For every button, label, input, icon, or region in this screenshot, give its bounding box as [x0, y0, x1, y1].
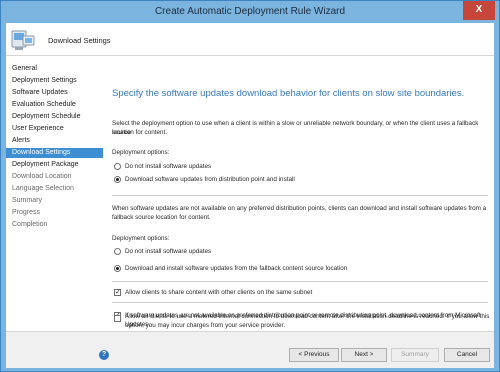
- nav-item-deployment-package[interactable]: Deployment Package: [12, 160, 79, 170]
- next-button[interactable]: Next >: [341, 348, 387, 362]
- computer-wizard-icon: [11, 30, 35, 50]
- nav-item-deployment-schedule[interactable]: Deployment Schedule: [12, 112, 81, 122]
- nav-item-deployment-settings[interactable]: Deployment Settings: [12, 76, 77, 86]
- metered-connection-label-line2[interactable]: option, you may incur charges from your …: [125, 321, 285, 330]
- section2-description-line1: When software updates are not available …: [112, 205, 487, 212]
- share-content-checkbox[interactable]: ✓: [114, 289, 121, 296]
- section2-do-not-install-radio[interactable]: [114, 248, 121, 255]
- section2-do-not-install-label[interactable]: Do not install software updates: [125, 247, 211, 256]
- wizard-footer: ? < Previous Next > Summary Cancel: [6, 331, 494, 368]
- summary-button: Summary: [391, 348, 439, 362]
- cancel-button[interactable]: Cancel: [444, 348, 490, 362]
- page-content: Specify the software updates download be…: [104, 56, 494, 331]
- section2-fallback-install-radio[interactable]: [114, 265, 121, 272]
- section-divider: [112, 281, 488, 282]
- metered-connection-checkbox[interactable]: [114, 315, 121, 322]
- section1-description-line1: Select the deployment option to use when…: [112, 120, 479, 136]
- nav-item-summary: Summary: [12, 197, 42, 204]
- section-divider: [112, 302, 488, 303]
- title-bar: Create Automatic Deployment Rule Wizard …: [1, 1, 499, 23]
- nav-item-alerts[interactable]: Alerts: [12, 136, 30, 146]
- wizard-window: Create Automatic Deployment Rule Wizard …: [0, 0, 500, 372]
- section1-download-install-label[interactable]: Download software updates from distribut…: [125, 175, 295, 184]
- close-button[interactable]: X: [463, 1, 495, 20]
- nav-item-download-settings[interactable]: Download Settings: [6, 148, 103, 158]
- nav-item-download-location: Download Location: [12, 173, 72, 180]
- previous-button[interactable]: < Previous: [289, 348, 339, 362]
- wizard-client-area: Download Settings General Deployment Set…: [6, 23, 494, 368]
- section-divider: [112, 195, 488, 196]
- wizard-header: Download Settings: [6, 23, 494, 56]
- wizard-nav: General Deployment Settings Software Upd…: [6, 59, 103, 327]
- section1-description-line2: location for content.: [112, 129, 167, 136]
- section1-options-label: Deployment options:: [112, 149, 170, 156]
- help-icon[interactable]: ?: [99, 350, 109, 360]
- section1-do-not-install-label[interactable]: Do not install software updates: [125, 162, 211, 171]
- nav-item-completion: Completion: [12, 221, 48, 228]
- metered-connection-label-line1[interactable]: Allow all clients to use a metered Inter…: [125, 312, 489, 321]
- page-title: Download Settings: [48, 36, 111, 45]
- share-content-label[interactable]: Allow clients to share content with othe…: [125, 288, 312, 297]
- nav-item-language-selection: Language Selection: [12, 185, 74, 192]
- window-title: Create Automatic Deployment Rule Wizard: [154, 6, 346, 17]
- page-heading: Specify the software updates download be…: [112, 88, 465, 99]
- nav-item-evaluation-schedule[interactable]: Evaluation Schedule: [12, 100, 76, 110]
- nav-item-software-updates[interactable]: Software Updates: [12, 88, 68, 98]
- section2-description-line2: fallback source location for content.: [112, 214, 211, 221]
- nav-item-user-experience[interactable]: User Experience: [12, 124, 64, 134]
- section2-fallback-install-label[interactable]: Download and install software updates fr…: [125, 264, 347, 273]
- nav-item-progress: Progress: [12, 209, 41, 216]
- section1-download-install-radio[interactable]: [114, 176, 121, 183]
- section1-do-not-install-radio[interactable]: [114, 163, 121, 170]
- section2-options-label: Deployment options:: [112, 235, 170, 242]
- nav-item-general[interactable]: General: [12, 64, 37, 74]
